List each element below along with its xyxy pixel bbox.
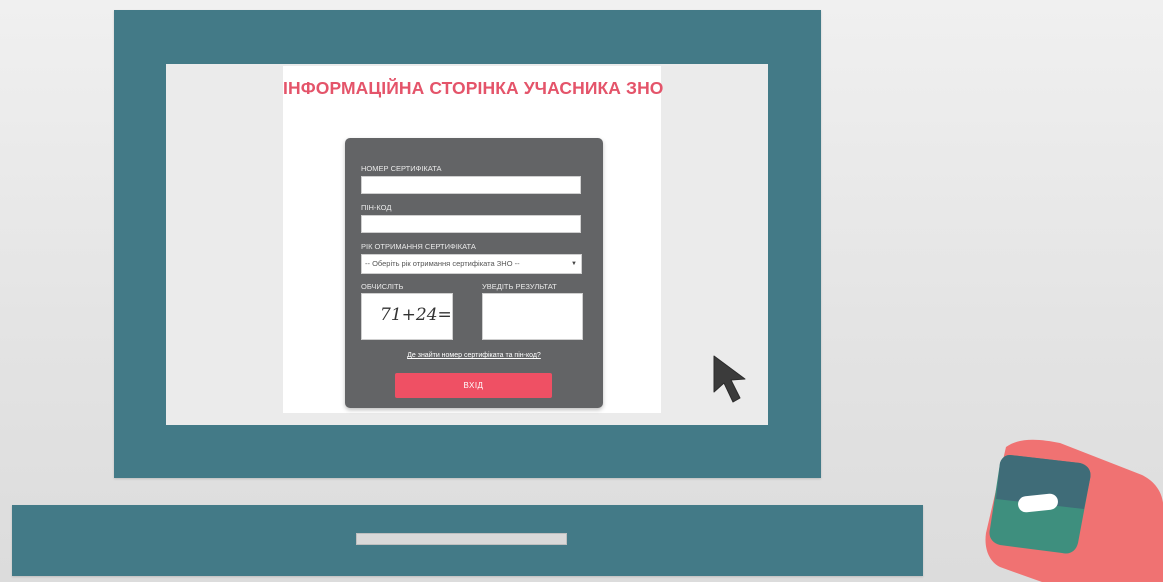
certificate-number-input[interactable] bbox=[361, 176, 581, 194]
captcha-result-input[interactable] bbox=[482, 293, 583, 340]
keyboard-spacebar bbox=[356, 533, 567, 545]
certificate-year-label: РІК ОТРИМАННЯ СЕРТИФІКАТА bbox=[361, 242, 476, 251]
login-button[interactable]: ВХІД bbox=[395, 373, 552, 398]
keyboard bbox=[12, 505, 923, 576]
captcha-expression: 71+24= bbox=[380, 305, 452, 325]
help-link[interactable]: Де знайти номер сертифіката та пін-код? bbox=[345, 352, 603, 359]
certificate-year-selected: -- Оберіть рік отримання сертифіката ЗНО… bbox=[365, 259, 520, 268]
captcha-label: ОБЧИСЛІТЬ bbox=[361, 282, 404, 291]
mouse-pointer-icon bbox=[713, 355, 746, 403]
app-logo-icon bbox=[985, 439, 1163, 582]
login-form: НОМЕР СЕРТИФІКАТА ПІН-КОД РІК ОТРИМАННЯ … bbox=[345, 138, 603, 408]
captcha-result-label: УВЕДІТЬ РЕЗУЛЬТАТ bbox=[482, 282, 557, 291]
pin-code-label: ПІН-КОД bbox=[361, 203, 392, 212]
monitor-frame: ІНФОРМАЦІЙНА СТОРІНКА УЧАСНИКА ЗНО НОМЕР… bbox=[114, 10, 821, 478]
certificate-number-label: НОМЕР СЕРТИФІКАТА bbox=[361, 164, 442, 173]
login-page: ІНФОРМАЦІЙНА СТОРІНКА УЧАСНИКА ЗНО НОМЕР… bbox=[283, 66, 664, 413]
page-title: ІНФОРМАЦІЙНА СТОРІНКА УЧАСНИКА ЗНО bbox=[283, 78, 664, 98]
dropdown-arrow-icon: ▼ bbox=[571, 261, 577, 267]
captcha-image: 71+24= bbox=[361, 293, 453, 340]
certificate-year-select[interactable]: -- Оберіть рік отримання сертифіката ЗНО… bbox=[361, 254, 582, 274]
pin-code-input[interactable] bbox=[361, 215, 581, 233]
monitor-screen: ІНФОРМАЦІЙНА СТОРІНКА УЧАСНИКА ЗНО НОМЕР… bbox=[166, 64, 768, 425]
